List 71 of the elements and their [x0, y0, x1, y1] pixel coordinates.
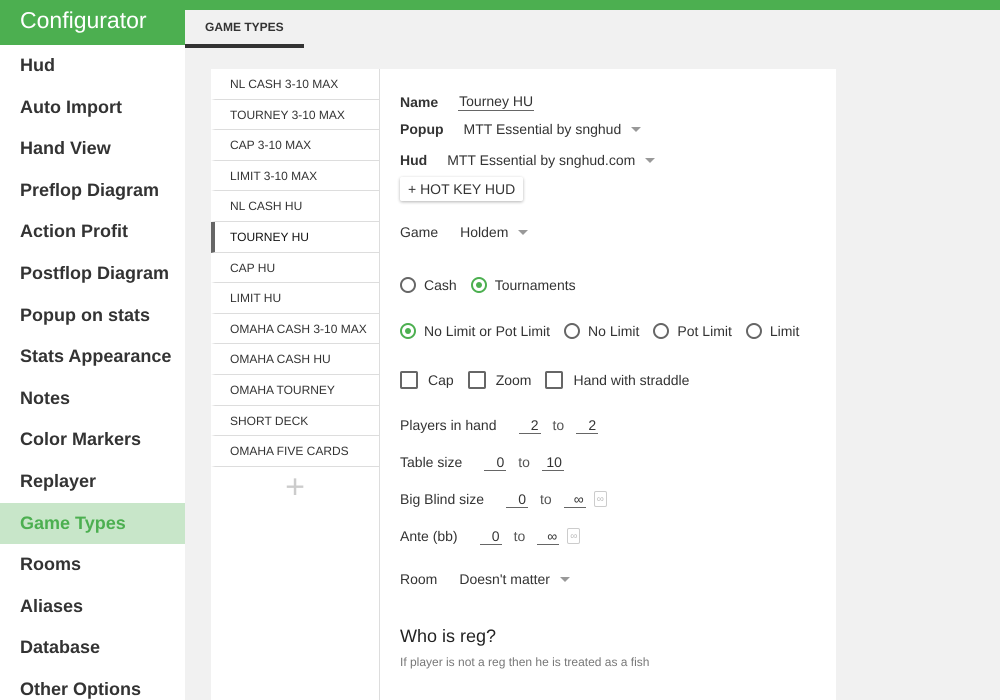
- game-type-item[interactable]: NL CASH 3-10 MAX: [211, 69, 379, 100]
- sidebar-item[interactable]: Color Markers: [0, 419, 185, 461]
- to-label: to: [540, 491, 552, 507]
- to-field[interactable]: 10: [542, 454, 564, 470]
- sidebar-item[interactable]: Hand View: [0, 128, 185, 170]
- to-label: to: [518, 454, 530, 470]
- room-dropdown[interactable]: Doesn't matter: [459, 571, 570, 587]
- sidebar-item[interactable]: Preflop Diagram: [0, 170, 185, 212]
- game-type-item[interactable]: TOURNEY 3-10 MAX: [211, 100, 379, 130]
- game-type-item[interactable]: CAP HU: [211, 252, 379, 284]
- popup-dropdown[interactable]: MTT Essential by snghud: [464, 121, 642, 137]
- checkbox-option[interactable]: Cap: [400, 371, 454, 389]
- hot-key-button[interactable]: + HOT KEY HUD: [400, 177, 524, 201]
- radio-option[interactable]: Tournaments: [470, 277, 576, 293]
- to-label: to: [514, 528, 526, 544]
- game-type-item[interactable]: CAP 3-10 MAX: [211, 130, 379, 161]
- checkbox-option[interactable]: Hand with straddle: [545, 371, 690, 389]
- section-title: Who is reg?: [400, 626, 498, 647]
- section-hint: If player is not a reg then he is treated as a fish: [400, 655, 650, 669]
- from-field[interactable]: 0: [484, 454, 506, 470]
- game-type-item[interactable]: SHORT DECK: [211, 406, 379, 436]
- hud-dropdown[interactable]: MTT Essential by snghud.com: [447, 152, 656, 168]
- radio-option[interactable]: Pot Limit: [653, 323, 732, 339]
- game-type-item[interactable]: OMAHA TOURNEY: [211, 374, 379, 406]
- game-type-item[interactable]: OMAHA CASH 3-10 MAX: [211, 314, 379, 344]
- radio-option[interactable]: Cash: [400, 277, 457, 293]
- game-type-item[interactable]: LIMIT HU: [211, 283, 379, 314]
- sidebar-item[interactable]: Hud: [0, 45, 185, 87]
- from-field[interactable]: 2: [518, 416, 541, 434]
- sidebar-item[interactable]: Other Options: [0, 668, 185, 700]
- game-type-item[interactable]: NL CASH HU: [211, 191, 379, 222]
- sidebar-item[interactable]: Stats Appearance: [0, 336, 185, 378]
- sidebar-item[interactable]: Database: [0, 627, 185, 669]
- field-label: Room: [400, 571, 438, 587]
- app-title: Configurator: [0, 0, 185, 45]
- field-label: Name: [400, 94, 438, 110]
- sidebar-item[interactable]: Auto Import: [0, 86, 185, 128]
- to-field[interactable]: 2: [576, 416, 598, 434]
- caret-icon: [518, 230, 528, 234]
- from-field[interactable]: 0: [506, 490, 528, 508]
- field-label: Hud: [400, 152, 428, 168]
- sidebar-item[interactable]: Aliases: [0, 586, 185, 628]
- game-dropdown[interactable]: Holdem: [460, 224, 528, 240]
- caret-icon: [645, 158, 656, 162]
- field-label: Big Blind size: [400, 491, 484, 507]
- to-field[interactable]: ∞: [537, 528, 560, 544]
- to-label: to: [552, 417, 564, 433]
- sidebar-item[interactable]: Postflop Diagram: [0, 252, 185, 295]
- radio-option[interactable]: No Limit or Pot Limit: [400, 323, 550, 339]
- sidebar-item[interactable]: Notes: [0, 378, 185, 420]
- game-type-item[interactable]: LIMIT 3-10 MAX: [211, 160, 379, 192]
- radio-option[interactable]: No Limit: [564, 323, 640, 339]
- field-label: Ante (bb): [400, 528, 458, 544]
- sidebar-item[interactable]: Rooms: [0, 544, 185, 586]
- checkbox-option[interactable]: Zoom: [468, 371, 532, 389]
- field-label: Popup: [400, 121, 444, 137]
- field-label: Players in hand: [400, 417, 497, 433]
- game-type-item[interactable]: OMAHA CASH HU: [211, 344, 379, 375]
- field-label: Game: [400, 224, 438, 240]
- caret-icon: [631, 126, 642, 132]
- sidebar-item[interactable]: Popup on stats: [0, 294, 185, 336]
- name-field[interactable]: Tourney HU: [458, 93, 534, 111]
- radio-option[interactable]: Limit: [746, 323, 800, 339]
- game-type-item[interactable]: OMAHA FIVE CARDS: [211, 436, 379, 467]
- to-field[interactable]: ∞: [564, 490, 586, 508]
- sidebar-item[interactable]: Action Profit: [0, 211, 185, 253]
- sidebar-item[interactable]: Replayer: [0, 460, 185, 503]
- field-label: Table size: [400, 454, 462, 470]
- tab[interactable]: GAME TYPES: [185, 10, 304, 48]
- from-field[interactable]: 0: [480, 528, 502, 544]
- caret-icon: [560, 576, 570, 582]
